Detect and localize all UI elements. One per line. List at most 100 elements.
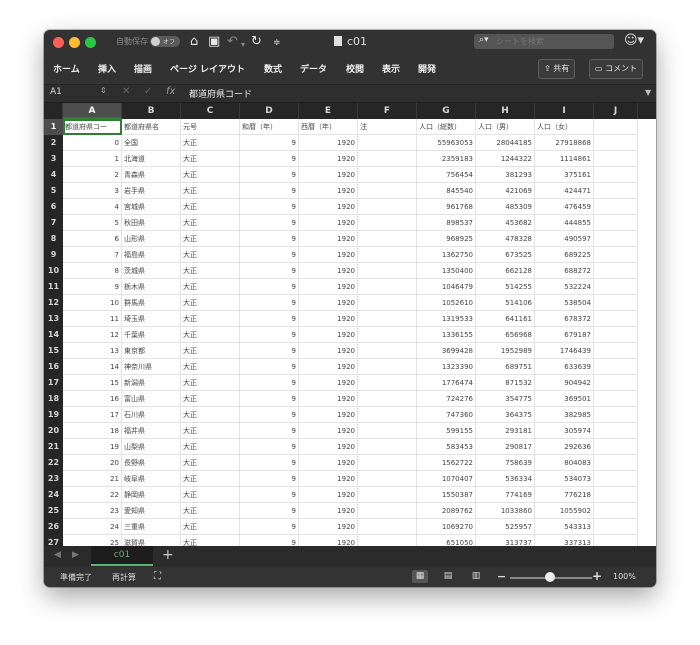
cell[interactable] xyxy=(358,295,417,311)
cell[interactable]: 1920 xyxy=(299,343,358,359)
cell[interactable] xyxy=(594,311,638,327)
cell[interactable]: 三重県 xyxy=(122,519,181,535)
cell[interactable] xyxy=(594,487,638,503)
cell[interactable]: 東京都 xyxy=(122,343,181,359)
cell[interactable]: 1562722 xyxy=(417,455,476,471)
cell[interactable]: 1952989 xyxy=(476,343,535,359)
cell[interactable]: 381293 xyxy=(476,167,535,183)
cell[interactable]: 23 xyxy=(63,503,122,519)
cell[interactable]: 9 xyxy=(240,247,299,263)
cell[interactable]: 293181 xyxy=(476,423,535,439)
cell[interactable] xyxy=(594,327,638,343)
cell[interactable]: 689751 xyxy=(476,359,535,375)
cell[interactable]: 747360 xyxy=(417,407,476,423)
cell[interactable]: 679187 xyxy=(535,327,594,343)
cell[interactable] xyxy=(594,359,638,375)
cell[interactable]: 滋賀県 xyxy=(122,535,181,546)
cell[interactable]: 651050 xyxy=(417,535,476,546)
cell[interactable]: 大正 xyxy=(181,263,240,279)
cell[interactable]: 845540 xyxy=(417,183,476,199)
cell[interactable]: 485309 xyxy=(476,199,535,215)
header-cell[interactable]: 人口（女） xyxy=(535,119,594,135)
cell[interactable]: 1 xyxy=(63,151,122,167)
cell[interactable] xyxy=(358,423,417,439)
cell[interactable] xyxy=(594,167,638,183)
cell[interactable]: 9 xyxy=(240,391,299,407)
cell[interactable]: 3699428 xyxy=(417,343,476,359)
cell[interactable] xyxy=(594,183,638,199)
cell[interactable] xyxy=(358,263,417,279)
row-header[interactable]: 5 xyxy=(44,183,63,199)
cell[interactable] xyxy=(594,199,638,215)
column-header-a[interactable]: A xyxy=(63,103,122,119)
row-header[interactable]: 6 xyxy=(44,199,63,215)
cell[interactable]: 1550387 xyxy=(417,487,476,503)
cell[interactable]: 776218 xyxy=(535,487,594,503)
cell[interactable]: 6 xyxy=(63,231,122,247)
cell[interactable] xyxy=(594,295,638,311)
zoom-button[interactable] xyxy=(85,37,96,48)
cell[interactable]: 9 xyxy=(240,263,299,279)
cell[interactable]: 9 xyxy=(240,503,299,519)
cell[interactable] xyxy=(358,375,417,391)
cell[interactable]: 大正 xyxy=(181,391,240,407)
cell[interactable]: 9 xyxy=(240,135,299,151)
row-header[interactable]: 21 xyxy=(44,439,63,455)
cell[interactable]: 9 xyxy=(240,295,299,311)
home-icon[interactable]: ⌂ xyxy=(190,34,198,49)
cell[interactable]: 313737 xyxy=(476,535,535,546)
cell[interactable]: 536334 xyxy=(476,471,535,487)
cell[interactable] xyxy=(594,135,638,151)
cell[interactable]: 673525 xyxy=(476,247,535,263)
cell[interactable]: 大正 xyxy=(181,311,240,327)
cell[interactable]: 1244322 xyxy=(476,151,535,167)
zoom-in-button[interactable]: + xyxy=(592,569,602,583)
row-header[interactable]: 20 xyxy=(44,423,63,439)
header-cell[interactable]: 西暦（年） xyxy=(299,119,358,135)
row-header[interactable]: 26 xyxy=(44,519,63,535)
cell[interactable]: 大正 xyxy=(181,327,240,343)
cell[interactable]: 大正 xyxy=(181,343,240,359)
cell[interactable]: 13 xyxy=(63,343,122,359)
cell[interactable]: 1920 xyxy=(299,503,358,519)
cell[interactable]: 756454 xyxy=(417,167,476,183)
cell[interactable]: 9 xyxy=(240,471,299,487)
cell[interactable]: 10 xyxy=(63,295,122,311)
row-header[interactable]: 10 xyxy=(44,263,63,279)
cell[interactable]: 9 xyxy=(240,167,299,183)
cell[interactable]: 大正 xyxy=(181,199,240,215)
cell[interactable] xyxy=(358,311,417,327)
row-header[interactable]: 16 xyxy=(44,359,63,375)
cell[interactable]: 1920 xyxy=(299,151,358,167)
minimize-button[interactable] xyxy=(69,37,80,48)
cell[interactable]: 1920 xyxy=(299,167,358,183)
cell[interactable]: 27918868 xyxy=(535,135,594,151)
cell[interactable]: 1920 xyxy=(299,391,358,407)
cell[interactable]: 421069 xyxy=(476,183,535,199)
cell[interactable]: 茨城県 xyxy=(122,263,181,279)
cell[interactable] xyxy=(358,407,417,423)
cell[interactable]: 北海道 xyxy=(122,151,181,167)
undo-dropdown-icon[interactable]: ▾ xyxy=(241,37,245,52)
comment-button[interactable]: ▭ コメント xyxy=(589,59,644,79)
cell[interactable]: 福島県 xyxy=(122,247,181,263)
row-header[interactable]: 12 xyxy=(44,295,63,311)
cell[interactable]: 神奈川県 xyxy=(122,359,181,375)
cell[interactable]: 24 xyxy=(63,519,122,535)
row-header[interactable]: 24 xyxy=(44,487,63,503)
cell[interactable]: 543313 xyxy=(535,519,594,535)
cell[interactable]: 453682 xyxy=(476,215,535,231)
cell[interactable]: 364375 xyxy=(476,407,535,423)
cell[interactable]: 18 xyxy=(63,423,122,439)
row-header[interactable]: 9 xyxy=(44,247,63,263)
cell[interactable]: 9 xyxy=(240,199,299,215)
cell[interactable] xyxy=(594,391,638,407)
cell[interactable] xyxy=(358,183,417,199)
cell[interactable]: 1350400 xyxy=(417,263,476,279)
tab-review[interactable]: 校閲 xyxy=(346,62,364,75)
cell[interactable]: 804083 xyxy=(535,455,594,471)
cell[interactable] xyxy=(594,439,638,455)
cell[interactable]: 16 xyxy=(63,391,122,407)
cell[interactable]: 大正 xyxy=(181,455,240,471)
cell[interactable]: 2 xyxy=(63,167,122,183)
